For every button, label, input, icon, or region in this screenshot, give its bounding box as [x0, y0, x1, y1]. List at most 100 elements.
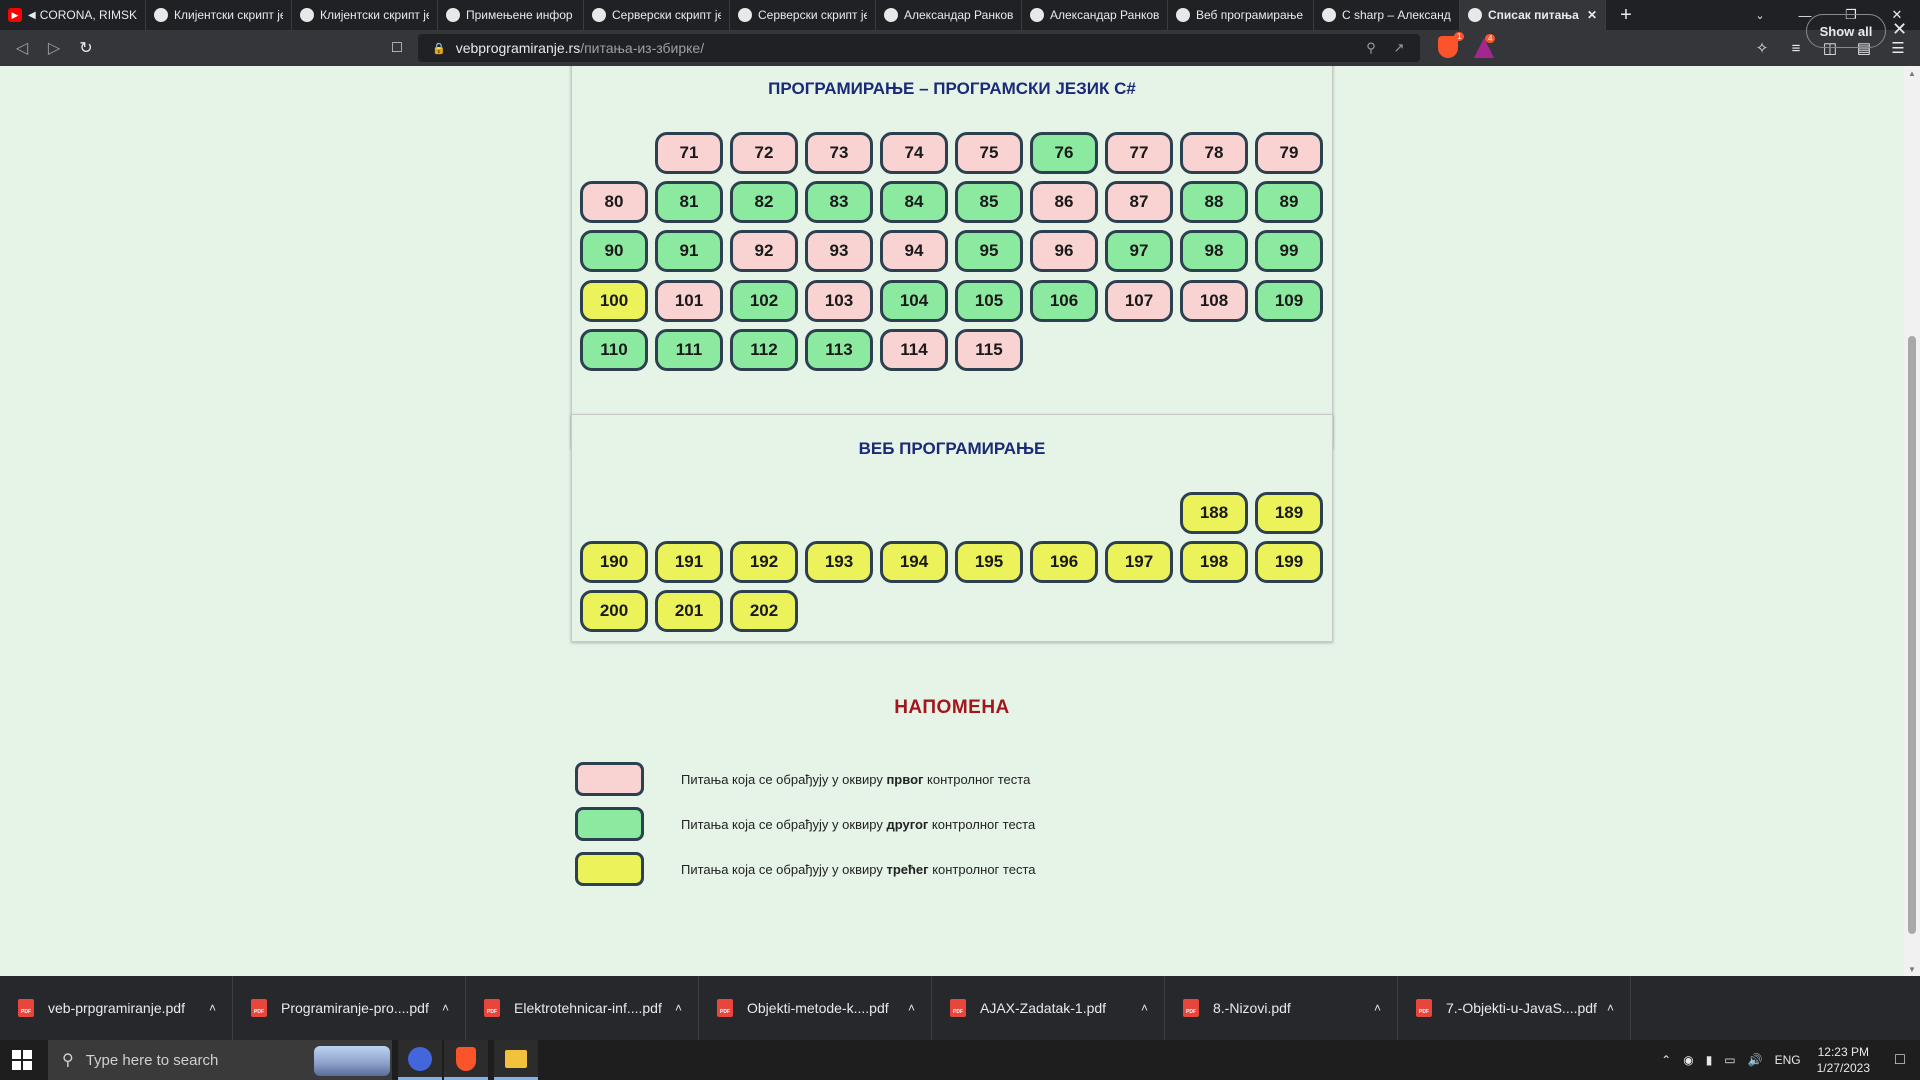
page-scrollbar[interactable]: ▲ ▼ — [1904, 66, 1920, 976]
download-item[interactable]: PDF 8.-Nizovi.pdf ˄ — [1165, 976, 1398, 1040]
question-button[interactable]: 103 — [805, 280, 873, 322]
question-button[interactable]: 104 — [880, 280, 948, 322]
question-button[interactable]: 106 — [1030, 280, 1098, 322]
browser-tab[interactable]: Серверски скрипт је — [730, 0, 876, 30]
close-downloads-icon[interactable]: ✕ — [1892, 19, 1907, 40]
lock-icon[interactable]: 🔒 — [432, 42, 446, 55]
question-button[interactable]: 110 — [580, 329, 648, 371]
question-button[interactable]: 90 — [580, 230, 648, 272]
question-button[interactable]: 84 — [880, 181, 948, 223]
question-button[interactable]: 188 — [1180, 492, 1248, 534]
chevron-up-icon[interactable]: ˄ — [1141, 1001, 1148, 1015]
browser-tab[interactable]: Веб програмирање — [1168, 0, 1314, 30]
question-button[interactable]: 114 — [880, 329, 948, 371]
question-button[interactable]: 97 — [1105, 230, 1173, 272]
chevron-up-icon[interactable]: ˄ — [675, 1001, 682, 1015]
reload-icon[interactable]: ↻ — [70, 32, 102, 64]
close-tab-icon[interactable]: ✕ — [1587, 8, 1597, 22]
question-button[interactable]: 200 — [580, 590, 648, 632]
question-button[interactable]: 86 — [1030, 181, 1098, 223]
question-button[interactable]: 78 — [1180, 132, 1248, 174]
playlist-icon[interactable]: ≡ — [1782, 32, 1810, 64]
question-button[interactable]: 100 — [580, 280, 648, 322]
clock[interactable]: 12:23 PM 1/27/2023 — [1807, 1044, 1880, 1076]
question-button[interactable]: 199 — [1255, 541, 1323, 583]
question-button[interactable]: 195 — [955, 541, 1023, 583]
question-button[interactable]: 76 — [1030, 132, 1098, 174]
question-button[interactable]: 107 — [1105, 280, 1173, 322]
question-button[interactable]: 74 — [880, 132, 948, 174]
question-button[interactable]: 190 — [580, 541, 648, 583]
question-button[interactable]: 91 — [655, 230, 723, 272]
address-bar[interactable]: 🔒 vebprogramiranje.rs /питања-из-збирке/… — [418, 34, 1420, 62]
download-item[interactable]: PDF veb-prpgramiranje.pdf ˄ — [0, 976, 233, 1040]
chevron-up-icon[interactable]: ˄ — [1374, 1001, 1381, 1015]
browser-tab[interactable]: Клијентски скрипт је — [292, 0, 438, 30]
tray-chevron-icon[interactable]: ⌃ — [1655, 1053, 1677, 1067]
question-button[interactable]: 75 — [955, 132, 1023, 174]
question-button[interactable]: 108 — [1180, 280, 1248, 322]
question-button[interactable]: 192 — [730, 541, 798, 583]
question-button[interactable]: 81 — [655, 181, 723, 223]
question-button[interactable]: 77 — [1105, 132, 1173, 174]
download-item[interactable]: PDF Programiranje-pro....pdf ˄ — [233, 976, 466, 1040]
question-button[interactable]: 73 — [805, 132, 873, 174]
question-button[interactable]: 94 — [880, 230, 948, 272]
audio-playing-icon[interactable]: ◀ — [28, 10, 36, 21]
scroll-up-icon[interactable]: ▲ — [1904, 66, 1920, 80]
browser-tab[interactable]: Клијентски скрипт је — [146, 0, 292, 30]
microphone-icon[interactable]: ▮ — [1700, 1053, 1719, 1067]
question-button[interactable]: 88 — [1180, 181, 1248, 223]
forward-icon[interactable]: ▷ — [38, 32, 70, 64]
question-button[interactable]: 96 — [1030, 230, 1098, 272]
question-button[interactable]: 109 — [1255, 280, 1323, 322]
taskbar-app-brave[interactable] — [444, 1040, 488, 1080]
tab-search-icon[interactable]: ⌄ — [1740, 0, 1780, 30]
question-button[interactable]: 197 — [1105, 541, 1173, 583]
chevron-up-icon[interactable]: ˄ — [209, 1001, 216, 1015]
question-button[interactable]: 189 — [1255, 492, 1323, 534]
chevron-up-icon[interactable]: ˄ — [908, 1001, 915, 1015]
browser-tab[interactable]: Александар Ранков — [1022, 0, 1168, 30]
webcam-icon[interactable]: ◉ — [1677, 1053, 1699, 1067]
taskbar-app-discord[interactable] — [398, 1040, 442, 1080]
question-button[interactable]: 111 — [655, 329, 723, 371]
question-button[interactable]: 79 — [1255, 132, 1323, 174]
taskbar-app-explorer[interactable] — [494, 1040, 538, 1080]
chevron-up-icon[interactable]: ˄ — [442, 1001, 449, 1015]
question-button[interactable]: 191 — [655, 541, 723, 583]
show-all-downloads-button[interactable]: Show all — [1806, 14, 1886, 48]
extensions-icon[interactable]: ✧ — [1748, 32, 1776, 64]
share-icon[interactable]: ↗ — [1388, 37, 1410, 59]
question-button[interactable]: 196 — [1030, 541, 1098, 583]
question-button[interactable]: 93 — [805, 230, 873, 272]
question-button[interactable]: 105 — [955, 280, 1023, 322]
question-button[interactable]: 80 — [580, 181, 648, 223]
question-button[interactable]: 83 — [805, 181, 873, 223]
volume-icon[interactable]: 🔊 — [1742, 1053, 1769, 1067]
browser-tab[interactable]: C sharp – Александа — [1314, 0, 1460, 30]
download-item[interactable]: PDF 7.-Objekti-u-JavaS....pdf ˄ — [1398, 976, 1631, 1040]
zoom-icon[interactable]: ⚲ — [1360, 37, 1382, 59]
notifications-icon[interactable]: □ — [1880, 1051, 1920, 1069]
question-button[interactable]: 92 — [730, 230, 798, 272]
download-item[interactable]: PDF Elektrotehnicar-inf....pdf ˄ — [466, 976, 699, 1040]
question-button[interactable]: 82 — [730, 181, 798, 223]
question-button[interactable]: 89 — [1255, 181, 1323, 223]
question-button[interactable]: 115 — [955, 329, 1023, 371]
windows-start-icon[interactable] — [12, 1050, 32, 1070]
scroll-down-icon[interactable]: ▼ — [1904, 962, 1920, 976]
question-button[interactable]: 102 — [730, 280, 798, 322]
question-button[interactable]: 201 — [655, 590, 723, 632]
question-button[interactable]: 85 — [955, 181, 1023, 223]
question-button[interactable]: 202 — [730, 590, 798, 632]
download-item[interactable]: PDF Objekti-metode-k....pdf ˄ — [699, 976, 932, 1040]
browser-tab[interactable]: Александар Ранков — [876, 0, 1022, 30]
download-item[interactable]: PDF AJAX-Zadatak-1.pdf ˄ — [932, 976, 1165, 1040]
back-icon[interactable]: ◁ — [6, 32, 38, 64]
question-button[interactable]: 113 — [805, 329, 873, 371]
language-indicator[interactable]: ENG — [1769, 1053, 1807, 1067]
bookmark-icon[interactable]: □ — [381, 32, 413, 64]
scroll-thumb[interactable] — [1908, 336, 1916, 934]
question-button[interactable]: 87 — [1105, 181, 1173, 223]
